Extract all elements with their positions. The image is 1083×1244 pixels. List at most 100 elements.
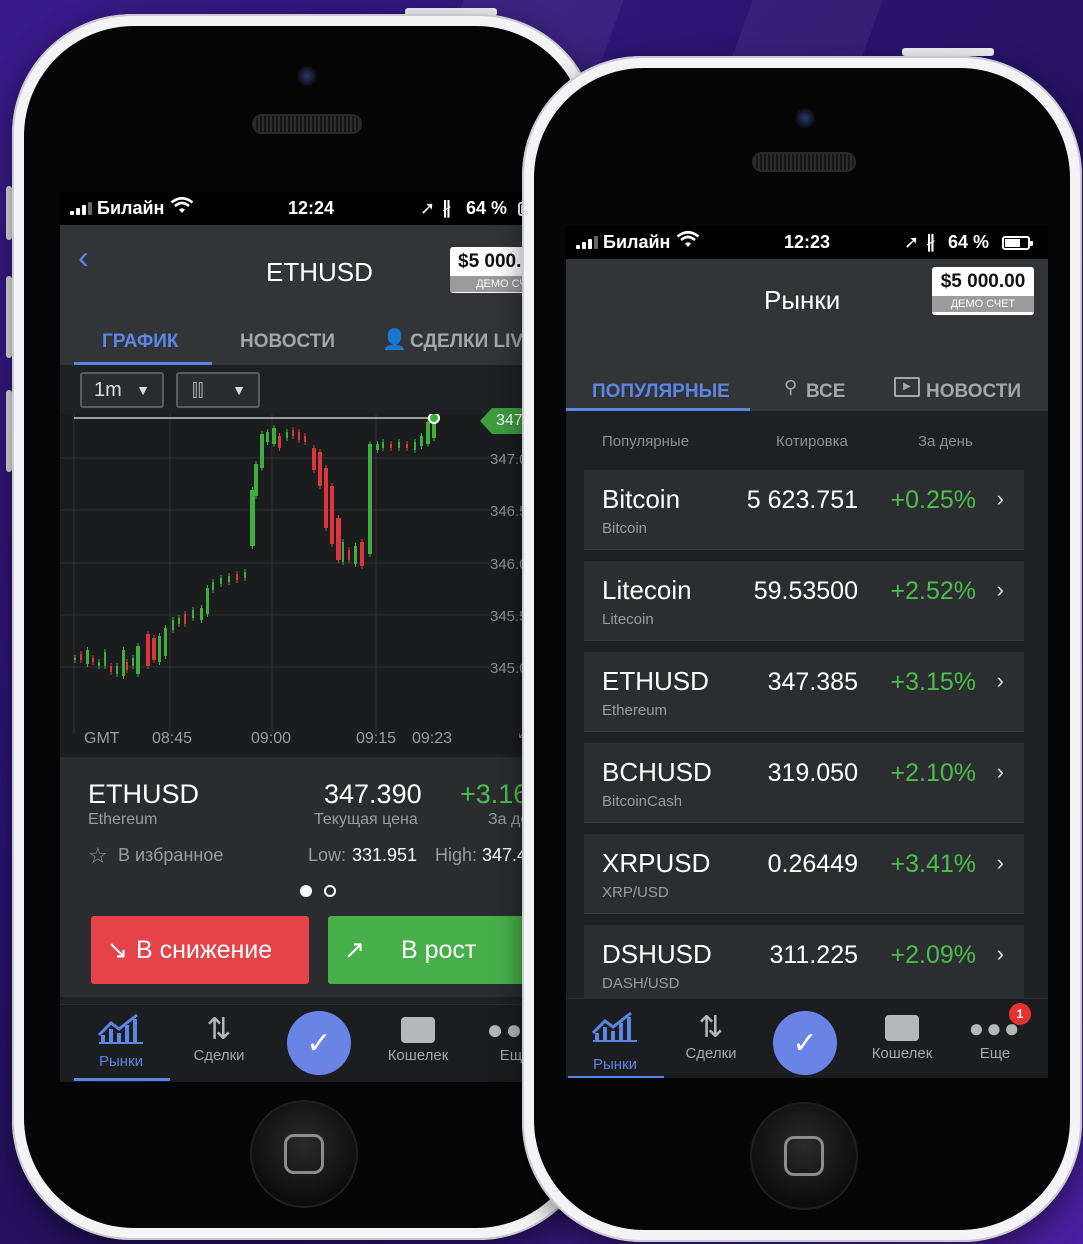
page-dot-active <box>300 885 312 897</box>
nav-markets-label: Рынки <box>592 1056 637 1073</box>
time-axis-label: 09:15 <box>356 730 397 747</box>
tab-all[interactable]: ВСЕ <box>806 381 845 403</box>
arrow-down-right-icon: ↘ <box>107 936 128 964</box>
current-price-caption: Текущая цена <box>314 811 418 828</box>
chart-type-dropdown[interactable]: ⫿⫿ ▼ <box>176 372 260 408</box>
page-title: Рынки <box>764 285 841 315</box>
time-axis-label: 08:45 <box>152 730 193 747</box>
check-fab-button[interactable]: ✓ <box>773 1011 837 1075</box>
page-title: ETHUSD <box>266 257 373 287</box>
market-subtitle: BitcoinCash <box>602 793 683 810</box>
nav-wallet[interactable]: Кошелек <box>862 1011 942 1062</box>
price-axis: 347.0 346.5 346.0 345.5 345.0 <box>60 417 534 737</box>
market-row[interactable]: ETHUSD Ethereum 347.385 +3.15% › <box>584 652 1024 732</box>
signal-icon <box>70 202 92 215</box>
tab-bar: ПОПУЛЯРНЫЕ ⚲ ВСЕ ▶ НОВОСТИ <box>566 349 1048 411</box>
checkmark-icon: ✓ <box>792 1026 818 1060</box>
market-name: Bitcoin <box>602 484 681 514</box>
timeframe-value: 1m <box>94 378 122 401</box>
time-axis-label: 09:23 <box>412 730 453 747</box>
sell-button[interactable]: ↘ В снижение <box>91 916 309 984</box>
checkmark-icon: ✓ <box>306 1026 332 1060</box>
market-subtitle: DASH/USD <box>602 975 680 992</box>
market-price: 59.53500 <box>753 577 858 605</box>
column-day-header: За день <box>918 433 973 450</box>
column-name-header: Популярные <box>602 433 690 450</box>
search-icon: ⚲ <box>784 377 798 397</box>
star-icon[interactable]: ☆ <box>88 843 108 869</box>
current-price: 347.390 <box>324 779 422 809</box>
timeframe-dropdown[interactable]: 1m ▼ <box>80 372 164 408</box>
market-name: ETHUSD <box>602 666 709 696</box>
market-change: +2.09% <box>890 941 977 969</box>
carrier-name: Билайн <box>97 198 165 218</box>
tab-popular[interactable]: ПОПУЛЯРНЫЕ <box>592 381 730 403</box>
market-row[interactable]: Litecoin Litecoin 59.53500 +2.52% › <box>584 561 1024 641</box>
market-row[interactable]: DSHUSD DASH/USD 311.225 +2.09% › <box>584 925 1024 1005</box>
location-icon: ➚ <box>904 232 920 252</box>
home-button[interactable] <box>250 1100 358 1208</box>
tab-bar: ГРАФИК НОВОСТИ 👤 СДЕЛКИ LIVE <box>60 305 534 365</box>
market-change: +2.10% <box>890 759 977 787</box>
market-price: 347.385 <box>767 668 858 696</box>
instrument-name: ETHUSD <box>88 779 200 809</box>
nav-wallet-label: Кошелек <box>387 1047 449 1064</box>
swap-arrows-icon: ⇅ <box>206 1013 232 1046</box>
nav-active-underline <box>568 1076 664 1078</box>
tv-news-icon: ▶ <box>894 377 920 397</box>
column-headers: Популярные Котировка За день <box>566 411 1048 466</box>
person-icon: 👤 <box>382 329 407 351</box>
status-bar: Билайн 12:23 ➚ ∦ 64 % <box>566 226 1048 259</box>
nav-deals-label: Сделки <box>685 1045 737 1062</box>
bottom-nav: Рынки ⇅ Сделки ✓ Кошелек ●●● Еще <box>60 1004 534 1082</box>
tab-live-deals[interactable]: СДЕЛКИ LIVE <box>410 331 534 353</box>
nav-wallet[interactable]: Кошелек <box>378 1013 458 1064</box>
chevron-right-icon: › <box>996 759 1004 784</box>
page-dot[interactable] <box>324 885 336 897</box>
earpiece-speaker <box>752 152 856 172</box>
wallet-icon <box>862 1011 942 1045</box>
column-quote-header: Котировка <box>776 433 848 450</box>
nav-active-underline <box>74 1078 170 1081</box>
market-subtitle: Litecoin <box>602 611 654 628</box>
wifi-icon <box>676 230 700 254</box>
back-chevron-icon[interactable]: ‹ <box>78 239 89 276</box>
instrument-panel: ETHUSD Ethereum 347.390 Текущая цена +3.… <box>60 757 534 997</box>
market-price: 311.225 <box>769 941 858 969</box>
time-axis-label: GMT <box>84 730 120 747</box>
buy-button[interactable]: ↗ В рост <box>328 916 534 984</box>
battery-percent: 64 % <box>948 232 990 252</box>
nav-deals[interactable]: ⇅ Сделки <box>184 1013 254 1064</box>
bottom-nav: Рынки ⇅ Сделки ✓ Кошелек ●●● Еще 1 <box>566 998 1048 1078</box>
signal-icon <box>576 236 598 249</box>
favorite-label[interactable]: В избранное <box>118 845 223 866</box>
chevron-down-icon: ▼ <box>136 382 150 398</box>
swap-arrows-icon: ⇅ <box>698 1011 724 1044</box>
nav-deals[interactable]: ⇅ Сделки <box>676 1011 746 1062</box>
nav-deals-label: Сделки <box>193 1047 245 1064</box>
right-phone: Билайн 12:23 ➚ ∦ 64 % Рынки $5 000.00 ДЕ… <box>522 56 1082 1242</box>
market-change: +2.52% <box>890 577 977 605</box>
bluetooth-icon: ∦ <box>442 198 451 218</box>
nav-markets[interactable]: Рынки <box>580 1011 650 1073</box>
tab-news[interactable]: НОВОСТИ <box>926 381 1021 403</box>
market-row[interactable]: BCHUSD BitcoinCash 319.050 +2.10% › <box>584 743 1024 823</box>
home-square-icon <box>284 1134 324 1174</box>
check-fab-button[interactable]: ✓ <box>287 1011 351 1075</box>
market-row[interactable]: Bitcoin Bitcoin 5 623.751 +0.25% › <box>584 470 1024 550</box>
nav-header: Рынки $5 000.00 ДЕМО СЧЕТ <box>566 259 1048 349</box>
tab-chart[interactable]: ГРАФИК <box>102 331 179 353</box>
nav-more-label: Еще <box>979 1045 1011 1062</box>
market-name: Litecoin <box>602 575 692 605</box>
right-screen: Билайн 12:23 ➚ ∦ 64 % Рынки $5 000.00 ДЕ… <box>566 226 1048 1078</box>
earpiece-speaker <box>252 114 362 134</box>
status-time: 12:24 <box>288 198 335 218</box>
tab-news[interactable]: НОВОСТИ <box>240 331 335 353</box>
market-row[interactable]: XRPUSD XRP/USD 0.26449 +3.41% › <box>584 834 1024 914</box>
nav-markets[interactable]: Рынки <box>86 1013 156 1070</box>
time-axis: GMT 08:45 09:00 09:15 09:23 ⤢ <box>60 724 534 754</box>
low-value: 331.951 <box>352 845 418 865</box>
market-change: +0.25% <box>890 486 977 514</box>
home-button[interactable] <box>750 1102 858 1210</box>
balance-badge[interactable]: $5 000.00 ДЕМО СЧЕТ <box>932 267 1034 315</box>
